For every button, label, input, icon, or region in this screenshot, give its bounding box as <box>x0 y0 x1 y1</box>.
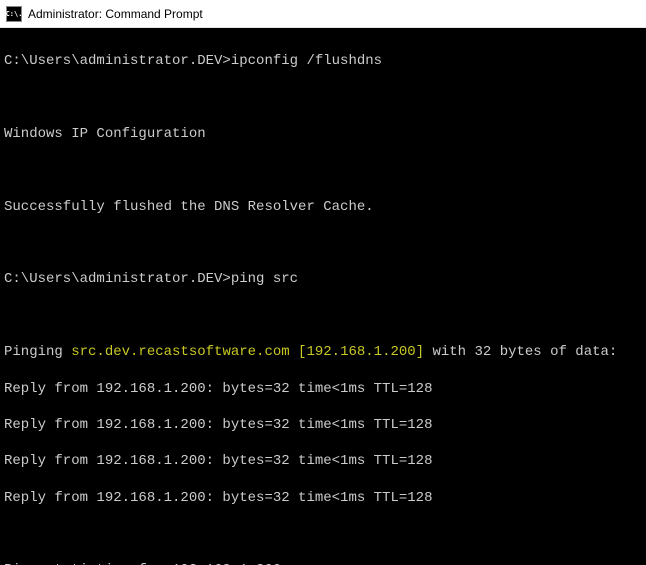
output-line: Reply from 192.168.1.200: bytes=32 time<… <box>4 380 642 398</box>
titlebar[interactable]: C:\. Administrator: Command Prompt <box>0 0 646 28</box>
prompt: C:\Users\administrator.DEV> <box>4 53 231 69</box>
command-text: ping src <box>231 271 298 287</box>
window-title: Administrator: Command Prompt <box>28 7 203 21</box>
output-line: Successfully flushed the DNS Resolver Ca… <box>4 198 642 216</box>
output-line: Ping statistics for 192.168.1.200: <box>4 561 642 565</box>
terminal-output[interactable]: C:\Users\administrator.DEV>ipconfig /flu… <box>0 28 646 565</box>
output-line: Reply from 192.168.1.200: bytes=32 time<… <box>4 452 642 470</box>
command-text: ipconfig /flushdns <box>231 53 382 69</box>
output-text: Pinging <box>4 344 71 360</box>
highlighted-host: src.dev.recastsoftware.com [192.168.1.20… <box>71 344 424 360</box>
cmd-icon: C:\. <box>6 6 22 22</box>
output-line: Reply from 192.168.1.200: bytes=32 time<… <box>4 416 642 434</box>
output-line: Windows IP Configuration <box>4 125 642 143</box>
output-line: Reply from 192.168.1.200: bytes=32 time<… <box>4 489 642 507</box>
prompt: C:\Users\administrator.DEV> <box>4 271 231 287</box>
output-text: with 32 bytes of data: <box>424 344 617 360</box>
